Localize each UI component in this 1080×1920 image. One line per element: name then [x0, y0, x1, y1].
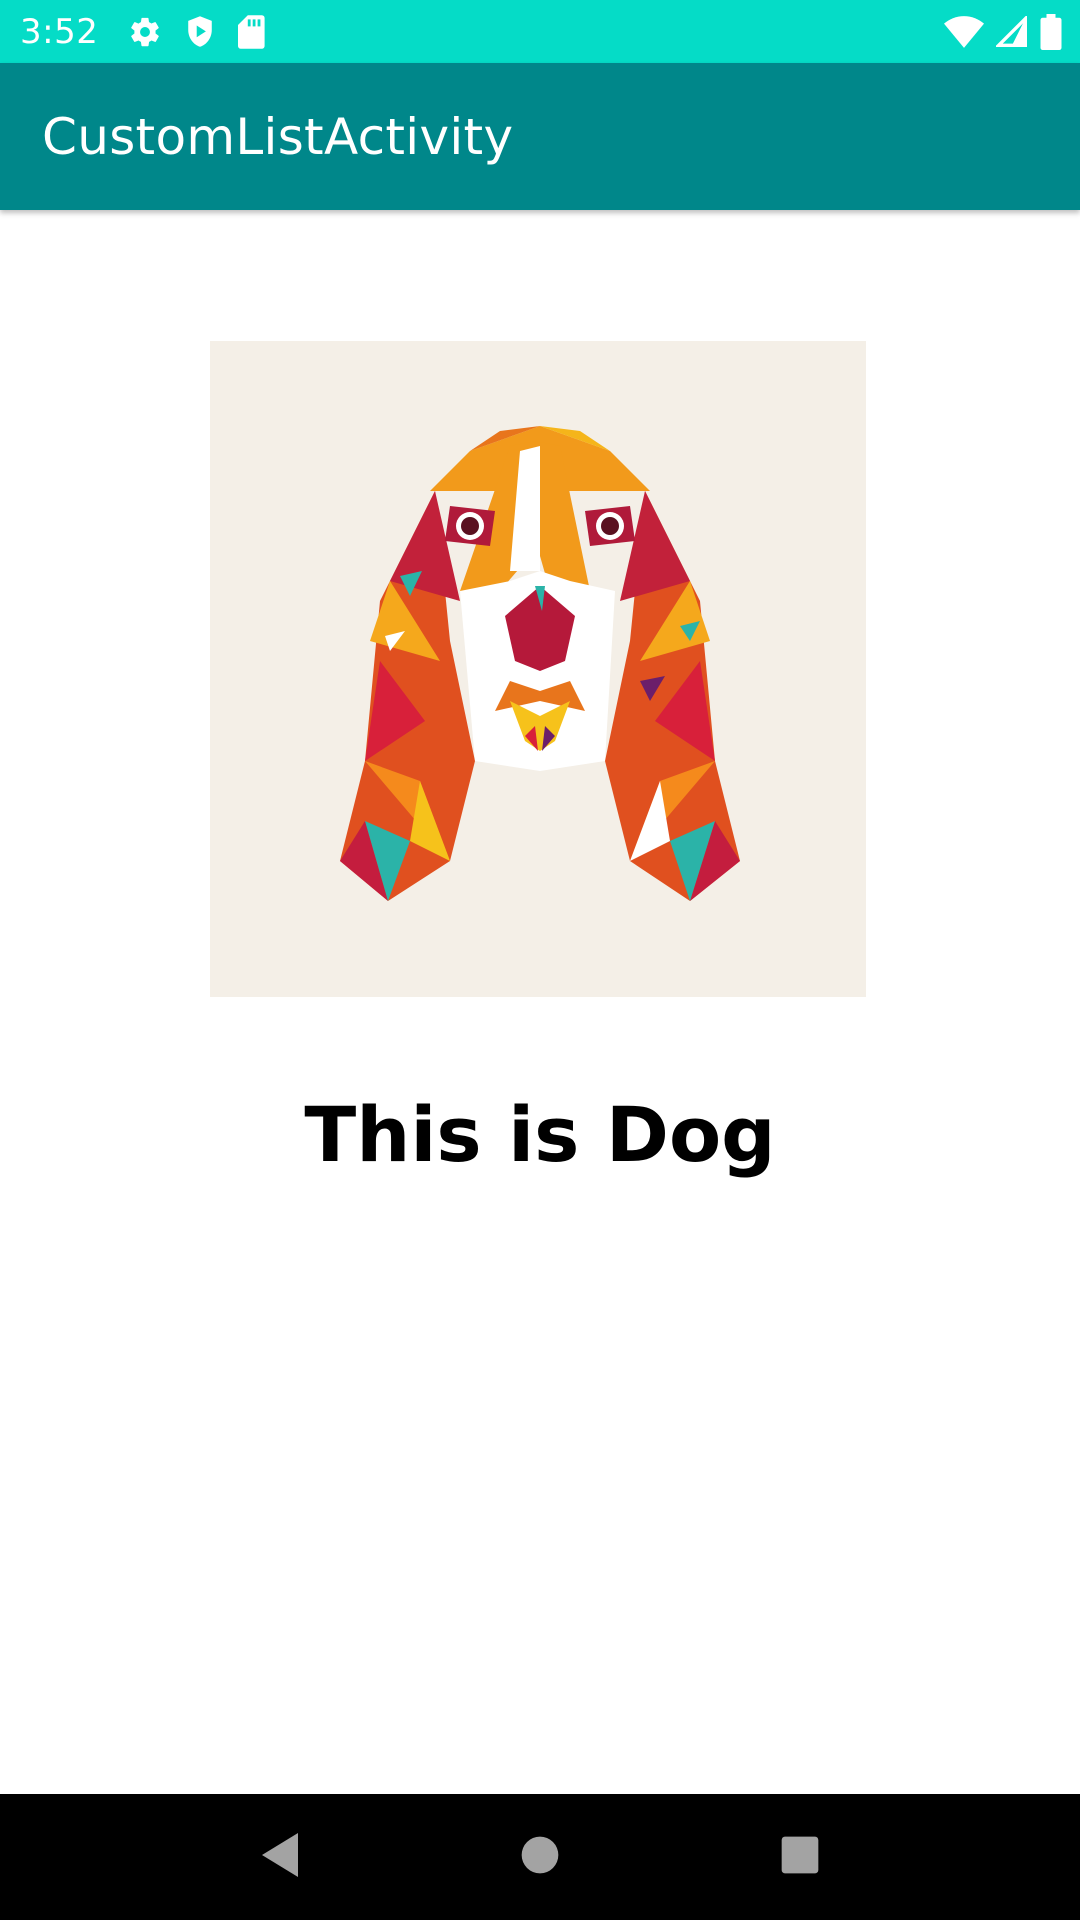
app-title: CustomListActivity: [42, 107, 514, 166]
gear-icon: [128, 15, 162, 49]
status-icons-left: [128, 14, 266, 49]
content-area: This is Dog: [0, 210, 1080, 1794]
dog-image: [210, 341, 866, 997]
status-bar: 3:52: [0, 0, 1080, 63]
caption-text: This is Dog: [304, 1090, 776, 1179]
battery-icon: [1040, 13, 1062, 50]
recents-button[interactable]: [755, 1812, 845, 1902]
back-button[interactable]: [235, 1812, 325, 1902]
home-button[interactable]: [495, 1812, 585, 1902]
shield-play-icon: [184, 15, 216, 49]
dog-illustration: [210, 341, 866, 997]
back-icon: [258, 1831, 302, 1883]
status-time: 3:52: [20, 11, 99, 52]
cellular-signal-icon: [996, 15, 1028, 48]
sd-card-icon: [238, 14, 266, 49]
wifi-icon: [944, 15, 984, 48]
recents-icon: [780, 1835, 820, 1879]
app-bar: CustomListActivity: [0, 63, 1080, 210]
home-icon: [520, 1835, 560, 1879]
status-icons-right: [944, 0, 1062, 63]
navigation-bar: [0, 1794, 1080, 1920]
